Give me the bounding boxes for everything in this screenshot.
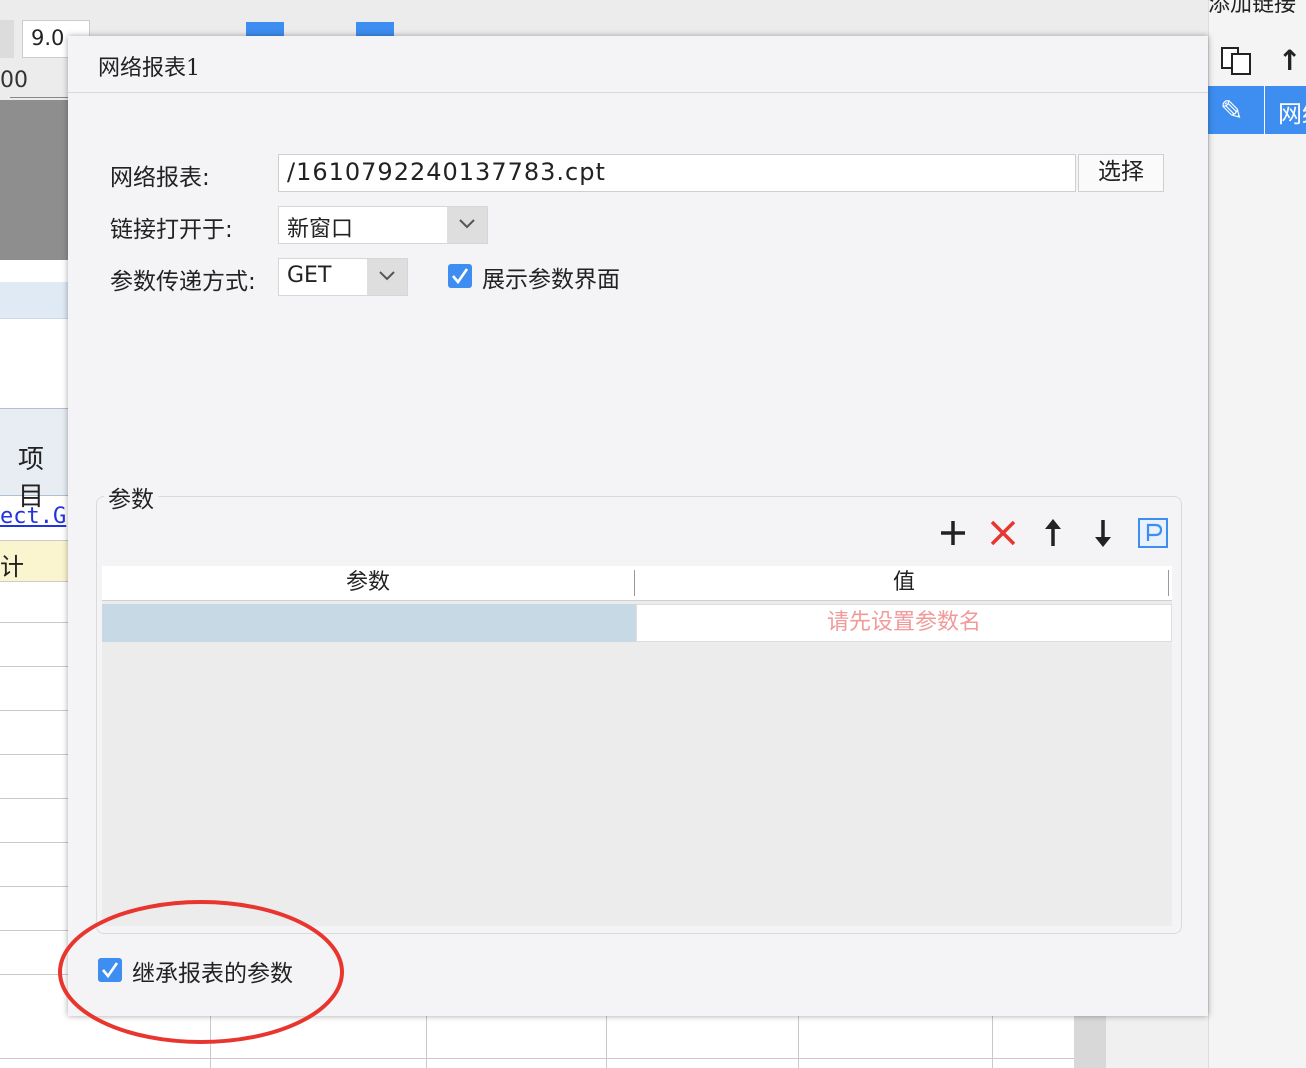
sheet-link-cell[interactable]: ect.G (0, 496, 68, 538)
sheet-scrollbar[interactable] (1074, 1015, 1106, 1068)
show-params-checkbox[interactable] (448, 264, 472, 288)
add-icon[interactable] (936, 516, 970, 550)
params-table: 参数 值 请先设置参数名 (102, 566, 1172, 926)
parameter-icon[interactable] (1136, 516, 1170, 550)
hyperlink-list-item-label: 网络 (1278, 100, 1306, 128)
sheet-gridline (0, 710, 68, 711)
chevron-down-icon[interactable] (367, 259, 407, 295)
ruler: 00 (0, 60, 68, 100)
dialog-title: 网络报表1 (98, 56, 200, 81)
hyperlink-list-divider (1264, 86, 1265, 134)
sheet-link-cell-text: ect.G (0, 504, 67, 529)
sheet-total-cell[interactable]: 计 (0, 540, 68, 582)
param-name-cell[interactable] (102, 604, 636, 642)
network-report-dialog: 网络报表1 网络报表: /1610792240137783.cpt 选择 链接打… (68, 36, 1208, 1016)
param-value-cell[interactable]: 请先设置参数名 (636, 604, 1172, 642)
toolbar-scroll-left[interactable] (0, 20, 14, 58)
sheet-row-blue[interactable] (0, 282, 68, 319)
open-in-select[interactable]: 新窗口 (278, 206, 488, 244)
hyperlink-panel (1208, 0, 1306, 1068)
method-label: 参数传递方式: (110, 269, 256, 295)
select-report-button[interactable]: 选择 (1078, 154, 1164, 192)
ruler-ticks (10, 89, 68, 98)
sheet-gridline (0, 622, 68, 623)
move-up-icon[interactable]: ↑ (1278, 44, 1301, 77)
sheet-gridline (0, 1058, 1074, 1059)
chevron-down-icon[interactable] (447, 207, 487, 243)
pencil-icon: ✎ (1220, 94, 1244, 127)
column-divider[interactable] (1168, 570, 1169, 596)
open-in-label: 链接打开于: (110, 217, 233, 243)
method-select[interactable]: GET (278, 258, 408, 296)
sheet-gridline (606, 1015, 607, 1068)
sheet-gridline (992, 1015, 993, 1068)
column-header-param[interactable]: 参数 (102, 566, 634, 600)
sheet-header-cell[interactable]: 项目 (0, 408, 68, 512)
report-label: 网络报表: (110, 165, 210, 191)
copy-icon[interactable] (1220, 46, 1254, 76)
hyperlink-list-item[interactable]: ✎ 网络 (1208, 86, 1306, 134)
sheet-gridline (798, 1015, 799, 1068)
column-header-value[interactable]: 值 (636, 566, 1172, 600)
open-in-value: 新窗口 (287, 217, 354, 242)
sheet-total-cell-text: 计 (0, 553, 24, 581)
dialog-title-divider (68, 92, 1208, 93)
sheet-gridline (426, 1015, 427, 1068)
canvas-margin (0, 100, 68, 260)
sheet-gridline (0, 886, 68, 887)
delete-icon[interactable] (986, 516, 1020, 550)
sheet-gridline (0, 754, 68, 755)
column-divider[interactable] (634, 570, 635, 596)
sheet-gridline (0, 798, 68, 799)
hyperlink-panel-title: 添加链接 (1208, 0, 1297, 17)
show-params-label: 展示参数界面 (482, 267, 620, 293)
sheet-gridline (0, 666, 68, 667)
annotation-ellipse (56, 898, 346, 1046)
report-path-input[interactable]: /1610792240137783.cpt (278, 154, 1076, 192)
arrow-down-icon[interactable] (1086, 516, 1120, 550)
arrow-up-icon[interactable] (1036, 516, 1070, 550)
method-value: GET (287, 263, 332, 288)
params-group-label: 参数 (104, 480, 158, 514)
sheet-gridline (0, 842, 68, 843)
